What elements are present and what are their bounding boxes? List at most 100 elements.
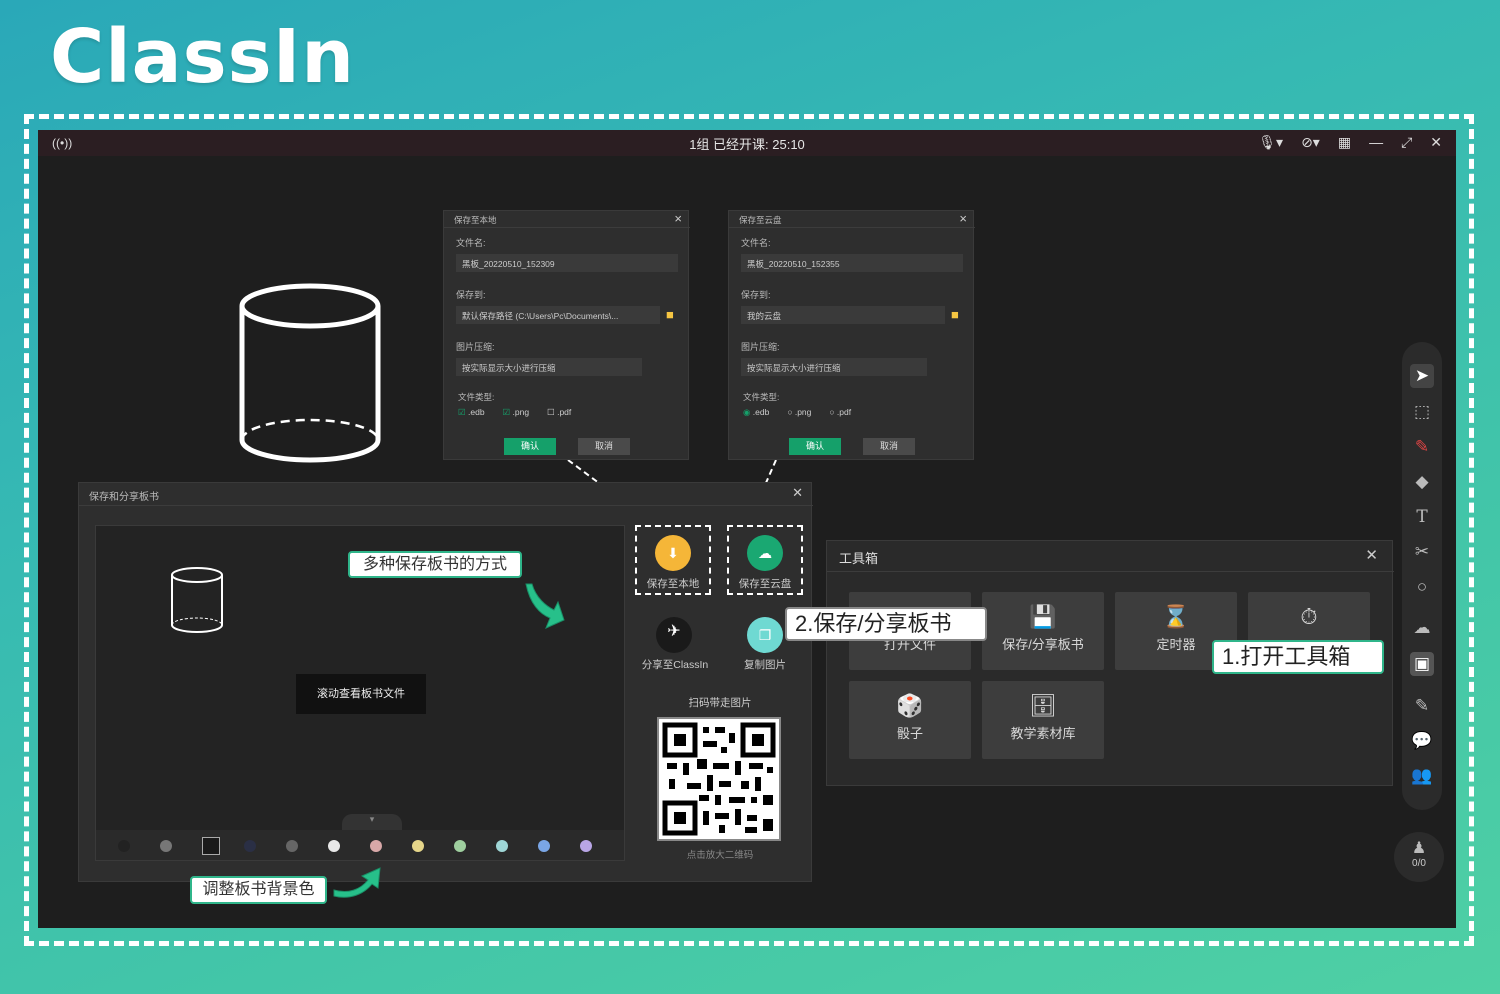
classin-share-icon: ✈ — [656, 617, 692, 653]
green-arrow-icon — [333, 867, 381, 898]
qr-code[interactable] — [657, 717, 781, 841]
color-swatch[interactable] — [454, 840, 466, 852]
compress-select[interactable]: 按实际显示大小进行压缩 — [456, 358, 642, 376]
users-icon[interactable]: 👥 — [1410, 764, 1434, 788]
expand-handle[interactable]: ▾ — [342, 814, 402, 830]
pointer-icon[interactable]: ➤ — [1410, 364, 1434, 388]
color-swatch[interactable] — [244, 840, 256, 852]
color-swatch[interactable] — [160, 840, 172, 852]
grid-icon[interactable]: ▦ — [1338, 134, 1351, 151]
share-classin-label: 分享至ClassIn — [641, 659, 709, 671]
cancel-button[interactable]: 取消 — [863, 438, 915, 455]
save-local-option[interactable]: ⬇ 保存至本地 — [635, 525, 711, 595]
qr-hint: 点击放大二维码 — [686, 850, 754, 861]
minimize-icon[interactable]: — — [1369, 134, 1383, 151]
scissors-icon[interactable]: ✂ — [1410, 540, 1434, 564]
seat-count: 0/0 — [1412, 858, 1426, 869]
tool-label: 教学素材库 — [1010, 726, 1076, 741]
laser-pen-icon[interactable]: ✎ — [1410, 435, 1434, 459]
close-icon[interactable]: × — [959, 211, 967, 226]
color-swatch-bar — [96, 830, 624, 860]
folder-edb-icon: ⬇ — [655, 535, 691, 571]
filename-label: 文件名: — [456, 238, 486, 248]
restore-icon[interactable]: ⤢ — [1401, 134, 1412, 151]
type-radio-png[interactable]: ○ .png — [787, 407, 811, 418]
cloud-icon[interactable]: ☁ — [1410, 616, 1434, 640]
folder-icon[interactable]: ■ — [951, 307, 959, 322]
chat-icon[interactable]: 💬 — [1410, 729, 1434, 753]
classin-logo: ClassIn — [50, 14, 355, 100]
type-radio-pdf[interactable]: ○ .pdf — [829, 407, 851, 418]
compress-select[interactable]: 按实际显示大小进行压缩 — [741, 358, 927, 376]
qr-pattern — [662, 722, 776, 836]
color-swatch[interactable] — [202, 837, 220, 855]
copy-image-label: 复制图片 — [744, 659, 786, 671]
type-checkbox-pdf[interactable]: ☐ .pdf — [547, 407, 571, 418]
seat-counter[interactable]: ♟ 0/0 — [1394, 832, 1444, 882]
callout-bg: 调整板书背景色 — [190, 876, 327, 904]
close-icon[interactable]: ✕ — [792, 485, 803, 501]
eraser-icon[interactable]: ◆ — [1410, 470, 1434, 494]
saveto-select[interactable]: 我的云盘 — [741, 306, 945, 324]
tool-save-share[interactable]: 💾 保存/分享板书 — [982, 592, 1104, 670]
saveto-select[interactable]: 默认保存路径 (C:\Users\Pc\Documents\... — [456, 306, 660, 324]
confirm-button[interactable]: 确认 — [789, 438, 841, 455]
compress-label: 图片压缩: — [456, 342, 495, 352]
title-bar: ((•)) 1组 已经开课: 25:10 🎙▾ ⊘▾ ▦ — ⤢ ✕ — [38, 130, 1456, 156]
type-radio-edb[interactable]: ◉ .edb — [743, 407, 769, 418]
cylinder-thumbnail — [171, 567, 223, 633]
shape-icon[interactable]: ○ — [1410, 575, 1434, 599]
folder-icon[interactable]: ■ — [666, 307, 674, 322]
tool-dice[interactable]: 🎲 骰子 — [849, 681, 971, 759]
library-icon: 🗄 — [1029, 693, 1057, 718]
color-swatch[interactable] — [370, 840, 382, 852]
class-status: 1组 已经开课: 25:10 — [689, 136, 805, 152]
type-checkbox-png[interactable]: ☑ .png — [503, 407, 530, 418]
cam-off-icon[interactable]: ⊘▾ — [1301, 134, 1320, 151]
color-swatch[interactable] — [412, 840, 424, 852]
filename-field[interactable]: 黑板_20220510_152355 — [741, 254, 963, 272]
mic-off-icon[interactable]: 🎙▾ — [1258, 134, 1283, 151]
dice-icon: 🎲 — [896, 693, 924, 718]
select-area-icon[interactable]: ⬚ — [1410, 400, 1434, 424]
color-swatch[interactable] — [286, 840, 298, 852]
close-icon[interactable]: × — [674, 211, 682, 226]
right-toolbar: ➤ ⬚ ✎ ◆ T ✂ ○ ☁ ▣ ✎ 💬 👥 — [1402, 342, 1442, 810]
app-window: ((•)) 1组 已经开课: 25:10 🎙▾ ⊘▾ ▦ — ⤢ ✕ 保存至本地… — [38, 130, 1456, 928]
save-share-panel: 保存和分享板书 ✕ 滚动查看板书文件 ▾ ⬇ 保存至本地 ☁ 保存至云盘 ✈ 分… — [78, 482, 813, 882]
dialog-title: 保存至云盘 — [739, 215, 782, 225]
copy-png-icon: ❐ — [747, 617, 783, 653]
saveto-label: 保存到: — [741, 290, 771, 300]
share-classin-option[interactable]: ✈ 分享至ClassIn — [635, 613, 715, 673]
panel-title: 保存和分享板书 — [89, 492, 159, 503]
floppy-icon: 💾 — [1029, 604, 1057, 629]
text-icon[interactable]: T — [1410, 505, 1434, 529]
confirm-button[interactable]: 确认 — [504, 438, 556, 455]
tool-materials[interactable]: 🗄 教学素材库 — [982, 681, 1104, 759]
cloud-edb-icon: ☁ — [747, 535, 783, 571]
color-swatch[interactable] — [328, 840, 340, 852]
edit-icon[interactable]: ✎ — [1410, 694, 1434, 718]
save-cloud-dialog: 保存至云盘 × 文件名: 黑板_20220510_152355 保存到: 我的云… — [728, 210, 975, 460]
save-cloud-option[interactable]: ☁ 保存至云盘 — [727, 525, 803, 595]
hourglass-icon: ⌛ — [1162, 604, 1190, 629]
filename-label: 文件名: — [741, 238, 771, 248]
toolbox-icon[interactable]: ▣ — [1410, 652, 1434, 676]
callout-step1: 1.打开工具箱 — [1212, 640, 1384, 674]
green-arrow-icon — [525, 583, 565, 629]
tool-label: 保存/分享板书 — [1002, 637, 1084, 652]
filename-field[interactable]: 黑板_20220510_152309 — [456, 254, 678, 272]
close-icon[interactable]: ✕ — [1430, 134, 1442, 151]
color-swatch[interactable] — [538, 840, 550, 852]
compress-label: 图片压缩: — [741, 342, 780, 352]
close-icon[interactable]: ✕ — [1365, 546, 1378, 564]
color-swatch[interactable] — [580, 840, 592, 852]
cancel-button[interactable]: 取消 — [578, 438, 630, 455]
scroll-view-button[interactable]: 滚动查看板书文件 — [296, 674, 426, 714]
toolbox-title: 工具箱 — [839, 551, 879, 566]
color-swatch[interactable] — [118, 840, 130, 852]
type-checkbox-edb[interactable]: ☑ .edb — [458, 407, 485, 418]
dialog-title: 保存至本地 — [454, 215, 497, 225]
color-swatch[interactable] — [496, 840, 508, 852]
callout-methods: 多种保存板书的方式 — [348, 551, 522, 578]
